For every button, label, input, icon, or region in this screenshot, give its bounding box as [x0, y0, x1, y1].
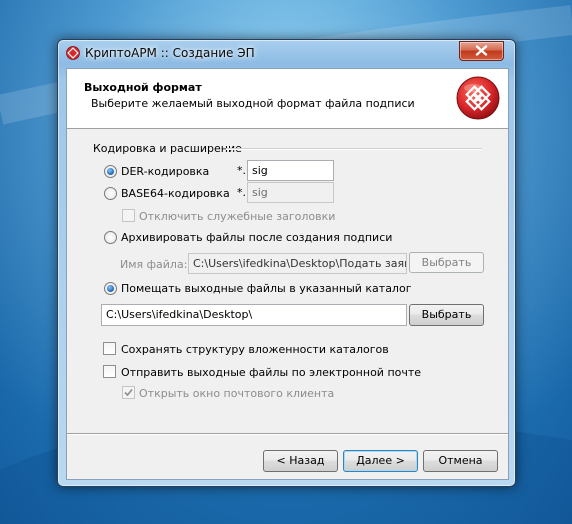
- der-extension-input[interactable]: sig: [247, 160, 334, 181]
- der-encoding-label[interactable]: DER-кодировка: [121, 165, 209, 178]
- window-title: КриптоАРМ :: Создание ЭП: [85, 46, 255, 60]
- page-subtitle: Выберите желаемый выходной формат файла …: [91, 97, 415, 110]
- dialog-window: КриптоАРМ :: Создание ЭП Выходной формат…: [57, 39, 516, 487]
- archive-files-label[interactable]: Архивировать файлы после создания подпис…: [121, 231, 392, 244]
- next-button[interactable]: Далее >: [343, 450, 418, 472]
- cancel-button[interactable]: Отмена: [423, 450, 498, 472]
- cryptoarm-app-icon: [66, 46, 80, 60]
- group-divider: [226, 148, 482, 150]
- filename-label: Имя файла:: [120, 258, 188, 271]
- footer-divider: [67, 433, 508, 435]
- disable-headers-checkbox[interactable]: [122, 209, 135, 222]
- title-bar[interactable]: КриптоАРМ :: Создание ЭП: [58, 40, 515, 66]
- dialog-client-area: Выходной формат Выберите желаемый выходн…: [66, 68, 509, 480]
- archive-browse-button[interactable]: Выбрать: [409, 252, 484, 273]
- open-mail-client-label[interactable]: Открыть окно почтового клиента: [139, 387, 334, 400]
- group-label-encoding: Кодировка и расширение: [93, 142, 242, 155]
- open-mail-client-checkbox[interactable]: [122, 386, 135, 399]
- directory-browse-button[interactable]: Выбрать: [409, 304, 484, 326]
- output-directory-input[interactable]: C:\Users\ifedkina\Desktop\: [101, 304, 407, 326]
- der-ext-prefix: *.: [237, 164, 246, 177]
- base64-ext-prefix: *.: [237, 186, 246, 199]
- place-in-directory-radio[interactable]: [104, 282, 117, 295]
- close-icon: [475, 45, 488, 56]
- base64-extension-input[interactable]: sig: [247, 182, 334, 203]
- archive-files-radio[interactable]: [104, 231, 117, 244]
- cryptoarm-logo-icon: [456, 76, 500, 120]
- keep-structure-label[interactable]: Сохранять структуру вложенности каталого…: [121, 343, 389, 356]
- back-button[interactable]: < Назад: [263, 450, 338, 472]
- checkmark-icon: [124, 388, 133, 397]
- wizard-header: Выходной формат Выберите желаемый выходн…: [67, 69, 508, 129]
- send-email-checkbox[interactable]: [103, 365, 116, 378]
- der-encoding-radio[interactable]: [104, 165, 117, 178]
- send-email-label[interactable]: Отправить выходные файлы по электронной …: [121, 366, 421, 379]
- base64-encoding-radio[interactable]: [104, 187, 117, 200]
- keep-structure-checkbox[interactable]: [103, 342, 116, 355]
- archive-filename-input[interactable]: C:\Users\ifedkina\Desktop\Подать заявлен…: [188, 253, 407, 274]
- disable-headers-label[interactable]: Отключить служебные заголовки: [139, 210, 335, 223]
- close-button[interactable]: [459, 41, 504, 61]
- base64-encoding-label[interactable]: BASE64-кодировка: [121, 187, 230, 200]
- page-title: Выходной формат: [84, 81, 202, 94]
- place-in-directory-label[interactable]: Помещать выходные файлы в указанный ката…: [121, 282, 411, 295]
